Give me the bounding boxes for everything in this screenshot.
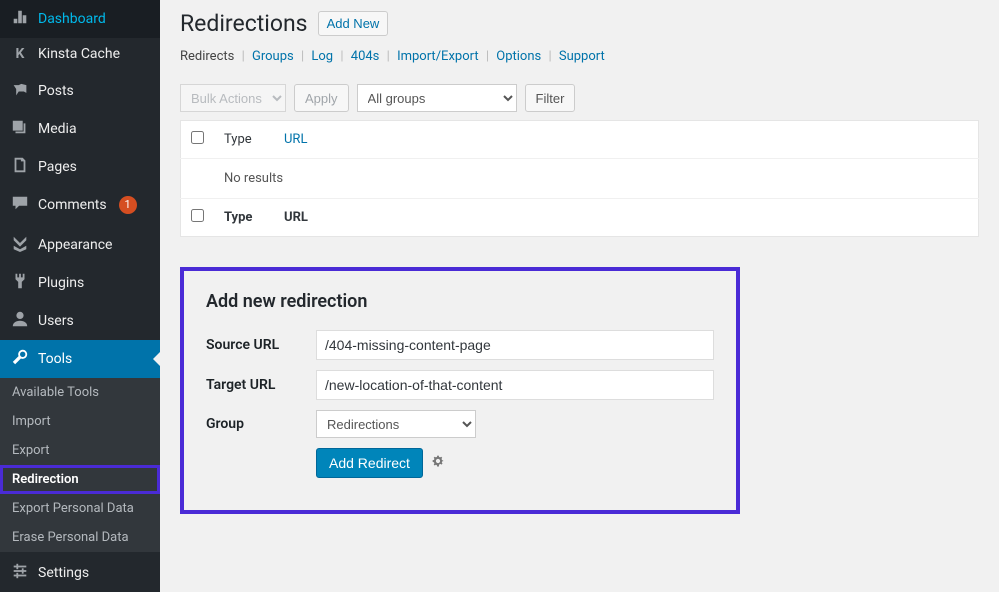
sidebar-label: Comments	[38, 197, 107, 213]
sidebar-label: Settings	[38, 565, 89, 581]
sub-item-available-tools[interactable]: Available Tools	[0, 378, 160, 407]
table-controls: Bulk Actions Apply All groups Filter	[180, 84, 979, 112]
pin-icon	[10, 80, 30, 102]
sidebar-label: Users	[38, 313, 74, 329]
sidebar-item-plugins[interactable]: Plugins	[0, 264, 160, 302]
panel-title: Add new redirection	[206, 291, 714, 312]
sidebar-item-dashboard[interactable]: Dashboard	[0, 0, 160, 38]
col-header-type: Type	[214, 121, 274, 159]
sub-item-redirection[interactable]: Redirection	[0, 465, 160, 494]
sidebar-item-pages[interactable]: Pages	[0, 148, 160, 186]
add-redirect-button[interactable]: Add Redirect	[316, 448, 423, 478]
subnav-log[interactable]: Log	[311, 49, 333, 64]
users-icon	[10, 310, 30, 332]
media-icon	[10, 118, 30, 140]
tools-icon	[10, 348, 30, 370]
admin-sidebar: Dashboard K Kinsta Cache Posts Media Pag…	[0, 0, 160, 592]
pages-icon	[10, 156, 30, 178]
sidebar-label: Tools	[38, 351, 72, 367]
subnav-import-export[interactable]: Import/Export	[397, 49, 479, 64]
sidebar-label: Appearance	[38, 237, 112, 253]
bulk-actions-select[interactable]: Bulk Actions	[180, 84, 286, 112]
group-select[interactable]: Redirections	[316, 410, 476, 438]
kinsta-icon: K	[10, 46, 30, 62]
group-label: Group	[206, 416, 316, 432]
no-results-text: No results	[214, 159, 979, 199]
source-url-label: Source URL	[206, 337, 316, 353]
sidebar-label: Posts	[38, 83, 74, 99]
sidebar-label: Dashboard	[38, 11, 106, 27]
apply-button[interactable]: Apply	[294, 84, 349, 112]
subnav-options[interactable]: Options	[496, 49, 541, 64]
dashboard-icon	[10, 8, 30, 30]
plugins-icon	[10, 272, 30, 294]
add-new-button[interactable]: Add New	[318, 11, 389, 36]
col-footer-type: Type	[214, 199, 274, 237]
sidebar-item-media[interactable]: Media	[0, 110, 160, 148]
settings-icon	[10, 562, 30, 584]
sidebar-label: Plugins	[38, 275, 84, 291]
subnav-groups[interactable]: Groups	[252, 49, 294, 64]
target-url-input[interactable]	[316, 370, 714, 400]
sidebar-label: Media	[38, 121, 77, 137]
gear-icon[interactable]	[431, 454, 445, 472]
no-results-row: No results	[181, 159, 979, 199]
redirects-table: Type URL No results Type URL	[180, 120, 979, 237]
source-url-input[interactable]	[316, 330, 714, 360]
sidebar-item-tools[interactable]: Tools	[0, 340, 160, 378]
subnav-404s[interactable]: 404s	[351, 49, 380, 64]
sidebar-item-kinsta-cache[interactable]: K Kinsta Cache	[0, 38, 160, 70]
main-content: Redirections Add New Redirects | Groups …	[160, 0, 999, 592]
sidebar-item-posts[interactable]: Posts	[0, 72, 160, 110]
target-url-label: Target URL	[206, 377, 316, 393]
page-title: Redirections	[180, 10, 308, 37]
col-footer-url[interactable]: URL	[284, 210, 308, 225]
appearance-icon	[10, 234, 30, 256]
sub-item-export[interactable]: Export	[0, 436, 160, 465]
sidebar-item-comments[interactable]: Comments 1	[0, 186, 160, 224]
sidebar-label: Pages	[38, 159, 77, 175]
sidebar-item-settings[interactable]: Settings	[0, 554, 160, 592]
col-header-url[interactable]: URL	[284, 132, 307, 147]
sidebar-item-appearance[interactable]: Appearance	[0, 226, 160, 264]
filter-button[interactable]: Filter	[525, 84, 576, 112]
sidebar-label: Kinsta Cache	[38, 46, 120, 62]
sub-item-erase-personal-data[interactable]: Erase Personal Data	[0, 523, 160, 552]
group-filter-select[interactable]: All groups	[357, 84, 517, 112]
select-all-checkbox-footer[interactable]	[191, 209, 204, 222]
comments-icon	[10, 194, 30, 216]
sidebar-item-users[interactable]: Users	[0, 302, 160, 340]
subnav-support[interactable]: Support	[559, 49, 605, 64]
comments-count-badge: 1	[119, 196, 137, 214]
sub-item-export-personal-data[interactable]: Export Personal Data	[0, 494, 160, 523]
sub-navigation: Redirects | Groups | Log | 404s | Import…	[180, 49, 979, 64]
select-all-checkbox[interactable]	[191, 131, 204, 144]
subnav-current: Redirects	[180, 49, 234, 64]
tools-submenu: Available Tools Import Export Redirectio…	[0, 378, 160, 552]
add-new-redirection-panel: Add new redirection Source URL Target UR…	[180, 267, 740, 514]
sub-item-import[interactable]: Import	[0, 407, 160, 436]
